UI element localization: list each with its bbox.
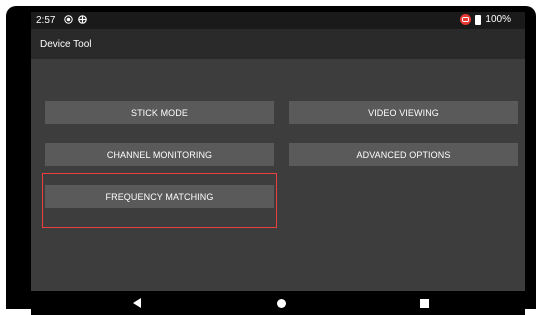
notification-icon (460, 14, 472, 25)
battery-icon (475, 14, 482, 25)
advanced-options-button[interactable]: ADVANCED OPTIONS (289, 143, 518, 166)
frequency-matching-button[interactable]: FREQUENCY MATCHING (45, 185, 274, 208)
sync-icon (78, 15, 87, 24)
app-bar: Device Tool (31, 29, 525, 59)
navigation-bar (31, 291, 525, 315)
channel-monitoring-button[interactable]: CHANNEL MONITORING (45, 143, 274, 166)
status-right-group: 100% (460, 14, 511, 25)
status-bar: 2:57 100% (31, 12, 525, 29)
page-title: Device Tool (40, 39, 92, 50)
home-circle-icon[interactable] (277, 299, 286, 308)
status-time: 2:57 (36, 15, 56, 26)
device-frame: 2:57 100% Device Tool STICK MODE VIDEO V… (6, 6, 536, 315)
record-icon (64, 15, 73, 24)
battery-percentage: 100% (485, 14, 511, 25)
video-viewing-button[interactable]: VIDEO VIEWING (289, 101, 518, 124)
main-content: STICK MODE VIDEO VIEWING CHANNEL MONITOR… (31, 59, 525, 291)
stick-mode-button[interactable]: STICK MODE (45, 101, 274, 124)
screen: 2:57 100% Device Tool STICK MODE VIDEO V… (31, 12, 525, 315)
back-triangle-icon[interactable] (133, 298, 141, 308)
recents-square-icon[interactable] (420, 299, 429, 308)
